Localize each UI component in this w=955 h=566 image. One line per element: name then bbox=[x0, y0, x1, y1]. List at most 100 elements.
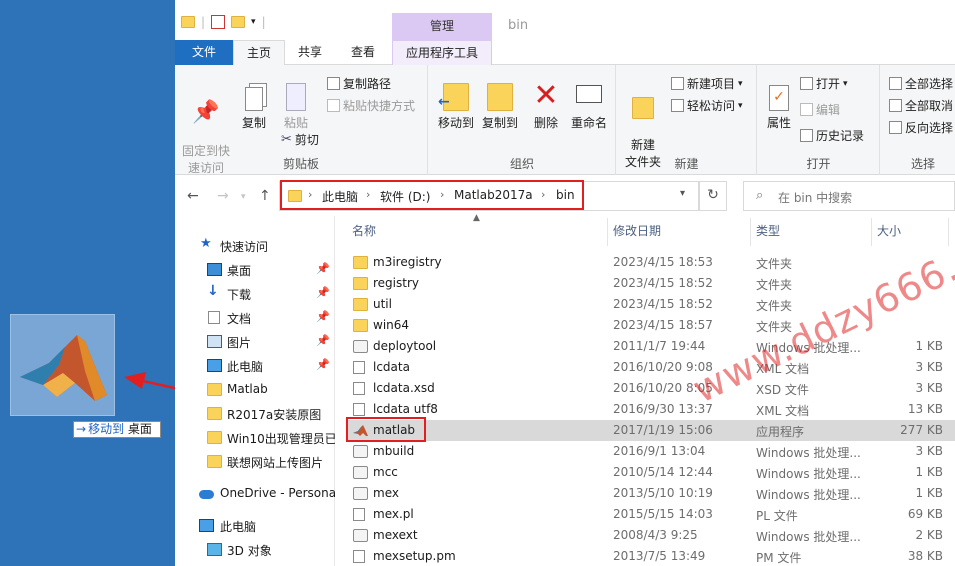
history-button[interactable]: 历史记录 bbox=[800, 127, 864, 144]
file-date: 2016/9/1 13:04 bbox=[613, 444, 706, 458]
edit-button[interactable]: 编辑 bbox=[800, 101, 840, 118]
rename-button[interactable]: 重命名 bbox=[567, 73, 611, 131]
nav-item-r2017a-images[interactable]: R2017a安装原图 bbox=[175, 402, 335, 426]
up-arrow-icon[interactable]: ↑ bbox=[259, 188, 271, 204]
file-size: 13 KB bbox=[907, 402, 943, 416]
desktop-matlab-shortcut[interactable] bbox=[10, 314, 115, 416]
paste-button[interactable]: 粘贴 bbox=[277, 73, 315, 131]
column-header-modified[interactable]: 修改日期 bbox=[613, 222, 661, 239]
easy-access-button[interactable]: 轻松访问 ▾ bbox=[671, 97, 743, 114]
nav-item-this-pc[interactable]: 此电脑 bbox=[175, 514, 335, 538]
file-row-mexsetup-pm[interactable]: mexsetup.pm 2013/7/5 13:49 PM 文件 38 KB bbox=[347, 546, 955, 566]
copy-button[interactable]: 复制 bbox=[235, 73, 273, 131]
new-group-label: 新建 bbox=[674, 157, 699, 171]
nav-item-3d-objects[interactable]: 3D 对象 bbox=[175, 538, 335, 562]
paste-shortcut-button[interactable]: 粘贴快捷方式 bbox=[327, 97, 415, 114]
file-row-m3iregistry[interactable]: m3iregistry 2023/4/15 18:53 文件夹 bbox=[347, 252, 955, 273]
invert-selection-button[interactable]: 反向选择 bbox=[889, 119, 953, 136]
new-folder-icon[interactable] bbox=[231, 16, 246, 28]
file-name: m3iregistry bbox=[373, 255, 442, 269]
file-row-mexext[interactable]: mexext 2008/4/3 9:25 Windows 批处理... 2 KB bbox=[347, 525, 955, 546]
pin-icon[interactable]: 📌 bbox=[316, 358, 330, 371]
file-row-mcc[interactable]: mcc 2010/5/14 12:44 Windows 批处理... 1 KB bbox=[347, 462, 955, 483]
select-all-button[interactable]: 全部选择 bbox=[889, 75, 953, 92]
column-divider[interactable] bbox=[871, 218, 872, 246]
column-header-size[interactable]: 大小 bbox=[877, 222, 901, 239]
nav-item-label: 此电脑 bbox=[220, 520, 257, 534]
file-row-mex-pl[interactable]: mex.pl 2015/5/15 14:03 PL 文件 69 KB bbox=[347, 504, 955, 525]
tab-file[interactable]: 文件 bbox=[175, 40, 233, 65]
column-divider[interactable] bbox=[607, 218, 608, 246]
folder-icon bbox=[353, 277, 368, 290]
qat-divider: | bbox=[201, 15, 206, 29]
nav-item-label: 联想网站上传图片 bbox=[227, 456, 324, 470]
delete-button[interactable]: ✕ 删除 bbox=[529, 73, 563, 131]
file-row-mex[interactable]: mex 2013/5/10 10:19 Windows 批处理... 1 KB bbox=[347, 483, 955, 504]
move-to-button[interactable]: ← 移动到 bbox=[435, 73, 477, 131]
nav-item-downloads[interactable]: ↓ 下载 📌 bbox=[175, 282, 335, 306]
batch-file-icon bbox=[353, 487, 368, 500]
select-none-button[interactable]: 全部取消 bbox=[889, 97, 953, 114]
nav-item-desktop[interactable]: 桌面 📌 bbox=[175, 258, 335, 282]
file-name: mex.pl bbox=[373, 507, 414, 521]
folder-icon bbox=[207, 431, 222, 444]
select-none-label: 全部取消 bbox=[905, 99, 954, 113]
tab-home[interactable]: 主页 bbox=[233, 40, 285, 66]
copy-path-button[interactable]: 复制路径 bbox=[327, 75, 391, 92]
nav-item-pictures[interactable]: 图片 📌 bbox=[175, 330, 335, 354]
file-date: 2008/4/3 9:25 bbox=[613, 528, 698, 542]
column-header-type[interactable]: 类型 bbox=[756, 222, 780, 239]
nav-item-documents[interactable]: 文档 📌 bbox=[175, 306, 335, 330]
folder-icon[interactable] bbox=[181, 16, 195, 28]
back-arrow-icon[interactable]: ← bbox=[187, 188, 199, 204]
chevron-down-icon[interactable]: ▾ bbox=[680, 188, 685, 199]
pin-icon[interactable]: 📌 bbox=[316, 310, 330, 323]
nav-item-this-pc-pinned[interactable]: 此电脑 📌 bbox=[175, 354, 335, 378]
tab-app-tools[interactable]: 应用程序工具 bbox=[392, 40, 492, 65]
file-row-deploytool[interactable]: deploytool 2011/1/7 19:44 Windows 批处理...… bbox=[347, 336, 955, 357]
file-row-lcdata-utf8[interactable]: lcdata utf8 2016/9/30 13:37 XML 文档 13 KB bbox=[347, 399, 955, 420]
organize-group: ← 移动到 复制到 ✕ 删除 重命名 组织 bbox=[429, 65, 616, 175]
recent-locations-icon[interactable]: ▾ bbox=[241, 192, 246, 202]
new-group: 新建 文件夹 新建项目 ▾ 轻松访问 ▾ 新建 bbox=[617, 65, 757, 175]
properties-button[interactable]: ✓ 属性 bbox=[764, 73, 794, 131]
file-date: 2023/4/15 18:52 bbox=[613, 297, 713, 311]
customize-dropdown-icon[interactable]: ▾ bbox=[251, 17, 256, 27]
nav-item-lenovo-uploads[interactable]: 联想网站上传图片 bbox=[175, 450, 335, 474]
forward-arrow-icon[interactable]: → bbox=[217, 188, 229, 204]
tab-view[interactable]: 查看 bbox=[337, 40, 389, 65]
batch-file-icon bbox=[353, 529, 368, 542]
file-date: 2016/9/30 13:37 bbox=[613, 402, 713, 416]
file-name: lcdata utf8 bbox=[373, 402, 438, 416]
new-item-button[interactable]: 新建项目 ▾ bbox=[671, 75, 743, 92]
document-icon bbox=[208, 311, 220, 324]
properties-icon[interactable] bbox=[211, 15, 226, 29]
desktop-icon bbox=[207, 263, 222, 276]
nav-item-win10-admin[interactable]: Win10出现管理员已 bbox=[175, 426, 335, 450]
file-row-mbuild[interactable]: mbuild 2016/9/1 13:04 Windows 批处理... 3 K… bbox=[347, 441, 955, 462]
open-button[interactable]: 打开 ▾ bbox=[800, 75, 848, 92]
drag-tooltip-action: 移动到 bbox=[88, 422, 125, 436]
cut-button[interactable]: ✂ 剪切 bbox=[281, 131, 319, 148]
nav-item-matlab[interactable]: Matlab bbox=[175, 378, 335, 402]
nav-item-onedrive[interactable]: OneDrive - Persona bbox=[175, 482, 335, 506]
pin-icon[interactable]: 📌 bbox=[316, 286, 330, 299]
tab-share[interactable]: 共享 bbox=[287, 40, 333, 65]
title-bar: | ▾ | 管理 bin bbox=[175, 0, 955, 40]
column-header-name[interactable]: 名称 bbox=[352, 222, 376, 239]
file-row-lcdata-xsd[interactable]: lcdata.xsd 2016/10/20 8:05 XSD 文件 3 KB bbox=[347, 378, 955, 399]
column-divider[interactable] bbox=[948, 218, 949, 246]
file-size: 3 KB bbox=[915, 444, 943, 458]
copy-to-button[interactable]: 复制到 bbox=[479, 73, 521, 131]
file-type: 文件夹 bbox=[756, 299, 793, 313]
file-row-matlab[interactable]: matlab 2017/1/19 15:06 应用程序 277 KB bbox=[347, 420, 955, 441]
search-input[interactable]: ⌕ 在 bin 中搜索 bbox=[743, 181, 955, 211]
file-type: 文件夹 bbox=[756, 257, 793, 271]
pin-icon[interactable]: 📌 bbox=[316, 334, 330, 347]
nav-item-quick-access[interactable]: ★ 快速访问 bbox=[175, 234, 335, 258]
pin-icon[interactable]: 📌 bbox=[316, 262, 330, 275]
refresh-icon[interactable]: ↻ bbox=[699, 181, 727, 211]
select-all-icon bbox=[889, 77, 902, 90]
file-row-lcdata[interactable]: lcdata 2016/10/20 9:08 XML 文档 3 KB bbox=[347, 357, 955, 378]
column-divider[interactable] bbox=[750, 218, 751, 246]
